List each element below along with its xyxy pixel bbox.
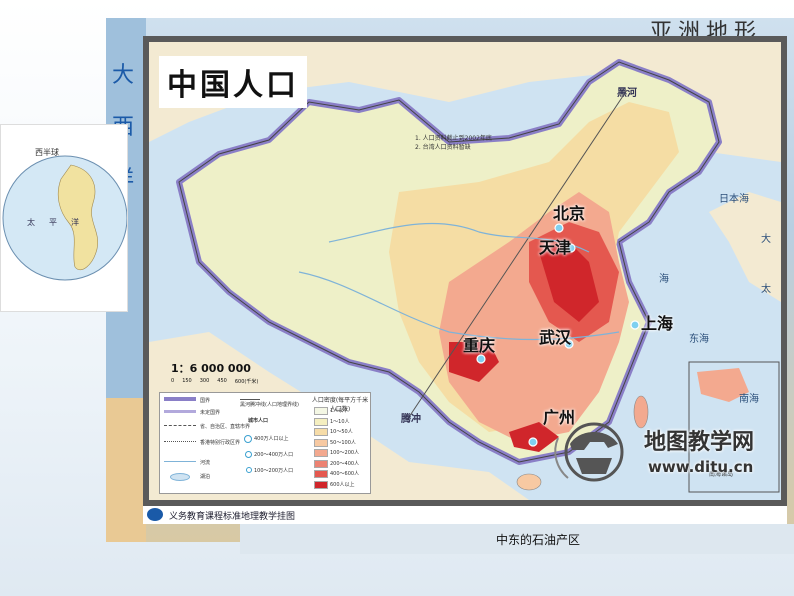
bg-char-1: 大 [112,63,134,88]
chongqing-dot [476,354,486,364]
sea-label-pacific-2: 太 [761,282,771,295]
globe-ocean-char-3: 洋 [71,217,79,227]
city-chongqing: 重庆 [463,336,496,355]
publisher-logo-icon [147,508,163,521]
map-scale: 1：6 000 000 0 150 300 450 600(千米) [171,360,258,385]
scale-tick: 0 [171,378,175,384]
legend-city-1: 400万人口以上 [254,436,289,442]
sea-label-pacific-1: 大 [761,232,771,245]
scale-ratio: 1：6 000 000 [171,362,251,375]
watermark-url: www.ditu.cn [648,458,754,476]
legend-city-title: 城市人口 [248,418,269,424]
legend-density-swatch [314,438,328,447]
legend-boundary-2: 未定国界 [200,410,221,416]
sea-label-yellow: 海 [659,272,669,285]
legend-density-swatch [314,480,328,489]
watermark-logo-icon [554,422,624,482]
watermark-title: 地图教学网 [644,430,755,455]
legend-density-swatch [314,449,328,457]
scale-tick: 300 [199,378,210,384]
city-shanghai: 上海 [641,314,674,333]
city-beijing: 北京 [553,204,586,223]
scale-tick: 150 [182,378,192,384]
globe-ocean-char-1: 太 [27,217,35,227]
legend-density-label: 600人以上 [330,481,355,488]
legend-density-label: 100～200人 [330,450,360,456]
map-note-2: 2. 台湾人口资料暂缺 [415,144,471,151]
map-legend: 国界 未定国界 省、自治区、直辖市界 香港特别行政区界 河流 湖泊 黑河腾冲线(… [159,392,371,494]
watermark: 地图教学网 www.ditu.cn [550,418,780,488]
caption-bar: 中东的石油产区 [240,524,794,554]
globe-title: 西半球 [35,147,59,157]
legend-boundary-3: 省、自治区、直辖市界 [200,424,251,430]
city-wuhan: 武汉 [539,328,572,347]
guangzhou-dot [528,437,538,447]
legend-density-swatch [314,470,328,478]
city-heihe: 黑河 [617,88,637,99]
sea-label-south: 南海 [739,392,759,405]
map-title: 中国人口 [159,56,307,108]
shanghai-dot [630,320,640,330]
legend-density-label: 400～600人 [330,471,360,477]
legend-city-3: 100～200万人口 [254,468,294,474]
legend-density-swatch [314,407,328,415]
legend-density-label: 1～10人 [330,418,350,425]
legend-density-label: 1人以下 [330,408,349,414]
globe-ocean-char-2: 平 [49,218,57,227]
legend-density-swatch [314,417,328,426]
western-hemisphere-globe: 西半球 太 平 洋 [0,124,128,312]
legend-density-label: 50～100人 [330,439,356,446]
sea-label-japan: 日本海 [719,192,749,205]
legend-density-swatch [314,428,328,436]
legend-hu-line: 黑河腾冲线(人口地理界线) [240,402,299,408]
scale-tick: 600(千米) [234,379,259,385]
map-notes: 1. 人口资料截止到2002年底 2. 台湾人口资料暂缺 [415,134,492,152]
hainan [516,473,542,491]
city-tengchong: 腾冲 [401,414,421,425]
city-tianjin: 天津 [539,238,572,257]
slide-caption: 中东的石油产区 [496,533,581,547]
sea-label-east: 东海 [689,332,709,345]
legend-density-label: 200～400人 [330,460,360,467]
scale-bar: 0 150 300 450 600(千米) [171,378,258,385]
legend-density-swatch [314,459,328,468]
map-footer: 义务教育课程标准地理教学挂图 [143,506,787,524]
legend-boundary-1: 国界 [200,398,211,404]
legend-boundary-4: 香港特别行政区界 [200,440,241,446]
legend-city-2: 200～400万人口 [254,452,294,458]
legend-boundary-5: 河流 [200,460,211,466]
footer-title: 义务教育课程标准地理教学挂图 [169,512,296,522]
scale-tick: 450 [217,378,227,384]
legend-density-label: 10～50人 [330,429,353,435]
beijing-dot [554,223,564,233]
legend-boundary-6: 湖泊 [200,474,211,480]
map-note-1: 1. 人口资料截止到2002年底 [415,135,492,142]
